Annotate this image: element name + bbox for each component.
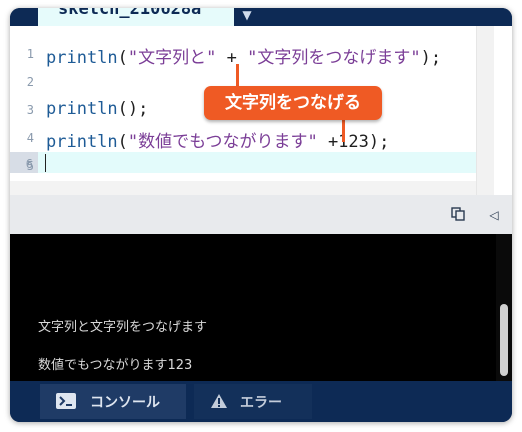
copy-icon[interactable] [450, 207, 466, 223]
processing-ide-window: sketch_210628a ▼ 1 2 3 4 5 6 println("文字… [10, 8, 512, 422]
code-keyword: println [46, 48, 118, 68]
tab-bar: sketch_210628a ▼ [10, 8, 512, 26]
callout-pointer [342, 118, 345, 142]
vertical-scrollbar[interactable] [476, 26, 495, 195]
console-scrollbar[interactable] [496, 234, 512, 381]
line-number: 3 [26, 103, 34, 117]
chevron-down-icon[interactable]: ▼ [238, 8, 256, 24]
annotation-callout: 文字列をつなげる [204, 86, 382, 120]
tab-errors[interactable]: エラー [194, 384, 312, 419]
line-number: 4 [26, 131, 34, 145]
horizontal-scrollbar[interactable] [10, 181, 476, 195]
code-line[interactable]: println("数値でもつながります" +123); [46, 127, 389, 152]
line-number: 1 [26, 47, 34, 61]
code-keyword: println [46, 99, 118, 119]
collapse-icon[interactable]: ◁ [486, 207, 502, 223]
code-token: ); [420, 48, 442, 68]
console-line: 数値でもつながります123 [38, 358, 193, 373]
console-scroll-thumb[interactable] [500, 304, 508, 376]
tab-sketch[interactable]: sketch_210628a [38, 8, 234, 26]
console-icon [56, 393, 76, 409]
editor-margin [494, 26, 512, 195]
callout-pointer [236, 64, 239, 88]
console-output: 文字列と文字列をつなげます 数値でもつながります123 [10, 234, 512, 381]
code-token: + [216, 48, 248, 68]
code-line[interactable]: println(); [46, 99, 148, 119]
code-string: "文字列と" [127, 48, 217, 68]
warning-icon [210, 393, 228, 409]
callout-text: 文字列をつなげる [225, 93, 361, 113]
line-number: 2 [26, 75, 34, 89]
tab-errors-label: エラー [240, 395, 282, 411]
console-header: ◁ [10, 195, 512, 234]
tab-console-label: コンソール [90, 395, 160, 411]
code-string: "数値でもつながります" [127, 132, 318, 152]
tab-sketch-label: sketch_210628a [58, 8, 202, 19]
bottom-tab-bar: コンソール エラー [10, 381, 512, 422]
code-token: ( [117, 132, 128, 152]
code-token: +123); [317, 132, 390, 152]
console-line: 文字列と文字列をつなげます [38, 320, 208, 335]
code-string: "文字列をつなげます" [247, 48, 421, 68]
text-cursor [45, 154, 46, 172]
code-line[interactable]: println("文字列と" + "文字列をつなげます"); [46, 43, 441, 68]
code-token: (); [117, 99, 149, 119]
line-number: 6 [25, 157, 33, 171]
current-line-highlight [10, 152, 476, 173]
tab-console[interactable]: コンソール [40, 384, 186, 419]
code-keyword: println [46, 132, 118, 152]
code-editor[interactable]: 1 2 3 4 5 6 println("文字列と" + "文字列をつなげます"… [10, 26, 512, 195]
code-token: ( [117, 48, 128, 68]
